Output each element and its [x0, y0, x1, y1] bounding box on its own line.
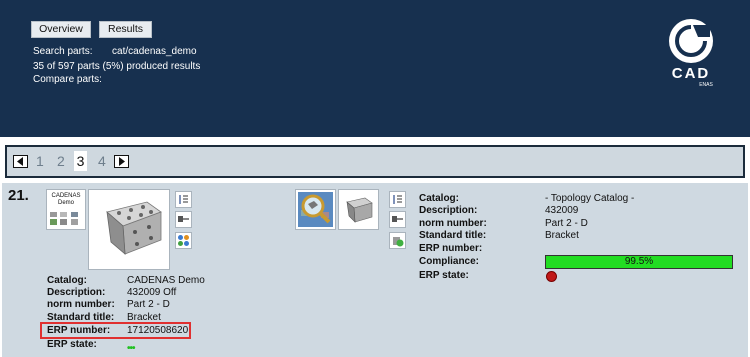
header: Overview Results Search parts: cat/caden…	[0, 0, 750, 137]
right-catalog-label: Catalog:	[419, 193, 459, 204]
header-divider	[0, 137, 750, 141]
erp-state-green-dots: •••	[127, 343, 135, 354]
properties-icon	[179, 195, 188, 204]
right-erp-number-label: ERP number:	[419, 243, 483, 254]
catalog-thumbnail[interactable]: CADENAS Demo	[46, 189, 86, 230]
page-link-1[interactable]: 1	[36, 151, 44, 171]
tab-overview[interactable]: Overview	[31, 21, 91, 38]
right-description-label: Description:	[419, 205, 478, 216]
right-catalog-value: - Topology Catalog -	[545, 193, 635, 204]
bracket-3d-icon	[106, 201, 162, 255]
page-link-2[interactable]: 2	[57, 151, 65, 171]
part-preview[interactable]	[88, 189, 170, 270]
result-index: 21.	[8, 187, 29, 204]
prev-page-button[interactable]	[13, 155, 28, 168]
topology-thumbnail[interactable]	[295, 189, 336, 230]
topology-part-preview[interactable]	[338, 189, 379, 230]
right-norm-number-value: Part 2 - D	[545, 218, 588, 229]
tab-results[interactable]: Results	[99, 21, 152, 38]
right-compliance-label: Compliance:	[419, 256, 480, 267]
left-erp-state-label: ERP state:	[47, 339, 97, 350]
screw-icon	[392, 216, 403, 222]
svg-text:ENAS: ENAS	[699, 82, 713, 88]
right-norm-number-label: norm number:	[419, 218, 487, 229]
svg-text:CAD: CAD	[672, 65, 711, 82]
page-link-3-current[interactable]: 3	[74, 151, 87, 171]
bracket-small-icon	[346, 197, 373, 223]
topology-properties-button[interactable]	[389, 191, 406, 208]
catalog-thumb-label: CADENAS Demo	[51, 193, 81, 206]
topology-screw-button[interactable]	[389, 211, 406, 228]
topology-search-icon	[298, 192, 333, 227]
next-page-button[interactable]	[114, 155, 129, 168]
pager: 1 2 3 4	[5, 145, 745, 178]
topology-check-button[interactable]	[389, 232, 406, 249]
right-standard-title-label: Standard title:	[419, 230, 487, 241]
variants-icon	[178, 235, 189, 246]
erp-state-red-dot	[546, 271, 557, 282]
search-line: Search parts: cat/cadenas_demo	[33, 46, 197, 58]
search-value: cat/cadenas_demo	[112, 46, 197, 57]
left-catalog-label: Catalog:	[47, 275, 87, 286]
left-catalog-value: CADENAS Demo	[127, 275, 205, 286]
right-erp-state-label: ERP state:	[419, 270, 469, 281]
compliance-bar: 99.5%	[545, 255, 733, 269]
right-standard-title-value: Bracket	[545, 230, 579, 241]
left-norm-number-label: norm number:	[47, 299, 115, 310]
variants-button[interactable]	[175, 232, 192, 249]
search-label: Search parts:	[33, 46, 93, 57]
screw-button[interactable]	[175, 211, 192, 228]
properties-icon	[393, 195, 402, 204]
next-page-icon	[119, 157, 125, 166]
erp-number-highlight	[40, 322, 191, 339]
catalog-parts-icon	[50, 212, 78, 225]
check-part-icon	[393, 237, 404, 247]
prev-page-icon	[17, 157, 23, 166]
left-description-label: Description:	[47, 287, 106, 298]
left-description-value: 432009 Off	[127, 287, 177, 298]
compare-label: Compare parts:	[33, 74, 102, 85]
left-norm-number-value: Part 2 - D	[127, 299, 170, 310]
compliance-value: 99.5%	[624, 256, 654, 267]
properties-button[interactable]	[175, 191, 192, 208]
cadenas-logo: CAD ENAS	[662, 17, 720, 89]
screw-icon	[178, 216, 189, 222]
right-description-value: 432009	[545, 205, 579, 216]
page-link-4[interactable]: 4	[98, 151, 106, 171]
results-summary: 35 of 597 parts (5%) produced results	[33, 61, 201, 72]
